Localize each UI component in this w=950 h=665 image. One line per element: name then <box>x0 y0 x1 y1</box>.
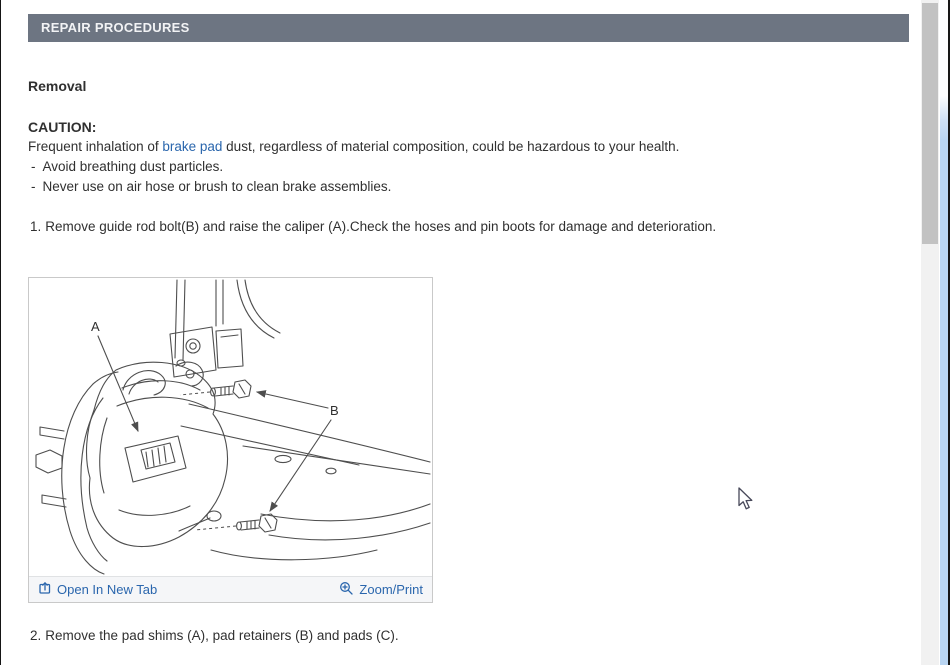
caution-label: CAUTION: <box>28 119 97 135</box>
zoom-print-link[interactable]: Zoom/Print <box>339 581 423 599</box>
procedure-figure: A B Open In New Tab Zoom/Print <box>28 277 433 603</box>
caution-text-after: dust, regardless of material composition… <box>226 139 680 154</box>
procedure-diagram: A B <box>29 278 432 576</box>
window-scrollbar[interactable] <box>940 0 948 665</box>
procedure-step-1: 1. Remove guide rod bolt(B) and raise the… <box>30 217 716 237</box>
content-scrollbar-thumb[interactable] <box>922 3 938 244</box>
bullet-dash: - <box>31 179 36 194</box>
bullet-text: Avoid breathing dust particles. <box>42 159 224 174</box>
zoom-print-label: Zoom/Print <box>359 582 423 597</box>
removal-heading: Removal <box>28 78 87 94</box>
section-header: REPAIR PROCEDURES <box>28 14 909 42</box>
caution-text: Frequent inhalation of brake pad dust, r… <box>28 137 679 157</box>
open-in-new-tab-link[interactable]: Open In New Tab <box>38 581 157 598</box>
caution-text-before: Frequent inhalation of <box>28 139 159 154</box>
brake-pad-link[interactable]: brake pad <box>162 139 222 154</box>
content-scrollbar-track[interactable] <box>921 0 939 665</box>
step-number: 2. <box>30 628 42 643</box>
caution-bullet: - Avoid breathing dust particles. <box>31 157 223 177</box>
bullet-text: Never use on air hose or brush to clean … <box>42 179 392 194</box>
figure-toolbar: Open In New Tab Zoom/Print <box>29 576 432 602</box>
caution-bullet: - Never use on air hose or brush to clean… <box>31 177 391 197</box>
diagram-label-a: A <box>91 319 100 334</box>
window-left-border <box>0 0 1 665</box>
step-text: Remove the pad shims (A), pad retainers … <box>45 628 399 643</box>
step-number: 1. <box>30 219 42 234</box>
open-in-new-tab-label: Open In New Tab <box>57 582 158 597</box>
open-in-new-tab-icon <box>38 581 52 598</box>
mouse-cursor <box>738 487 756 517</box>
brake-caliper-diagram: A B <box>35 279 431 575</box>
diagram-label-b: B <box>330 403 339 418</box>
bullet-dash: - <box>31 159 36 174</box>
magnifier-plus-icon <box>339 581 354 599</box>
section-header-title: REPAIR PROCEDURES <box>41 20 190 35</box>
procedure-step-2: 2. Remove the pad shims (A), pad retainer… <box>30 626 399 646</box>
step-text: Remove guide rod bolt(B) and raise the c… <box>45 219 717 234</box>
